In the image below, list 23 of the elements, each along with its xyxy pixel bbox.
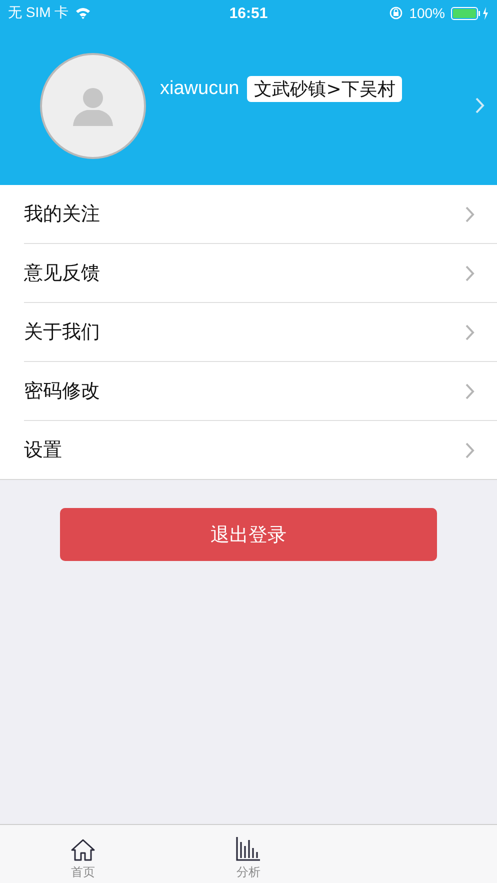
battery-charging-icon [451, 6, 489, 20]
logout-button[interactable]: 退出登录 [60, 508, 437, 561]
wifi-icon [74, 7, 91, 19]
menu-item[interactable]: 意见反馈 [24, 244, 497, 303]
chevron-right-icon [465, 206, 475, 222]
menu-item[interactable]: 我的关注 [24, 185, 497, 244]
chevron-right-icon [465, 324, 475, 340]
home-icon [70, 838, 96, 862]
menu-item[interactable]: 关于我们 [24, 303, 497, 362]
username: xiawucun [160, 78, 240, 100]
battery-percent: 100% [409, 5, 445, 21]
clock-text: 16:51 [229, 4, 268, 22]
chevron-right-icon [475, 97, 485, 114]
menu-item[interactable]: 设置 [24, 421, 497, 479]
chevron-right-icon [465, 264, 475, 282]
chevron-right-icon [465, 382, 475, 400]
location-tag: 文武砂镇>下吴村 [247, 76, 402, 102]
carrier-text: 无 SIM 卡 [8, 4, 69, 22]
menu-item[interactable]: 密码修改 [24, 362, 497, 421]
rotation-lock-icon [389, 6, 404, 20]
user-silhouette-icon [71, 86, 115, 126]
bar-chart-icon [235, 836, 262, 862]
chevron-right-icon [465, 442, 475, 458]
